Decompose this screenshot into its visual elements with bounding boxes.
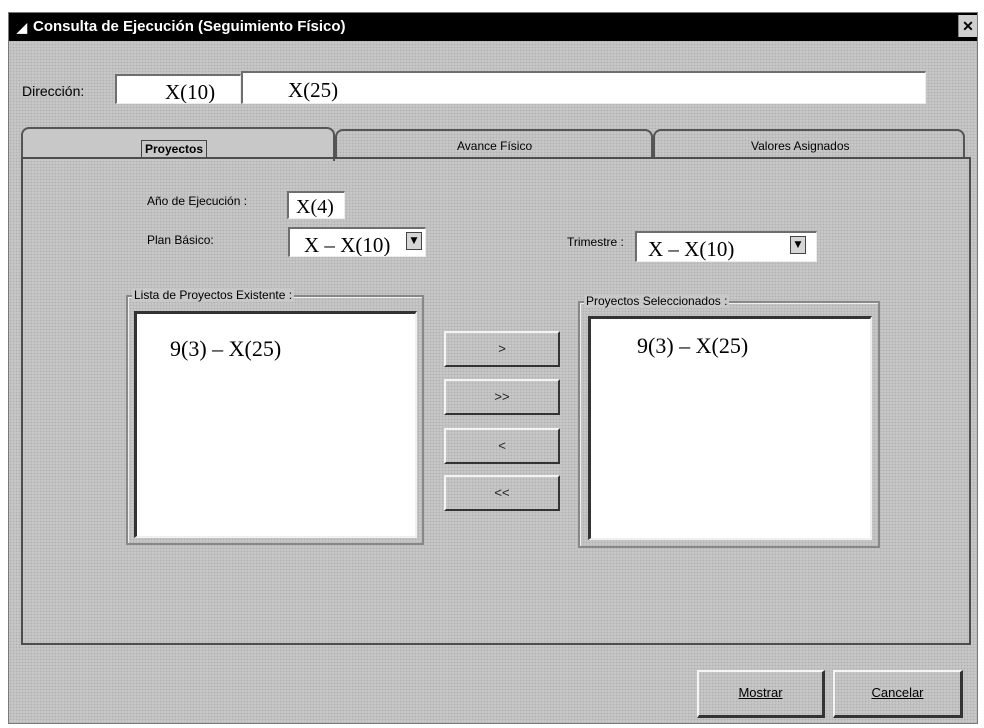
list-item[interactable]: 9(3) – X(25)	[170, 336, 281, 362]
close-icon[interactable]: ✕	[958, 15, 977, 37]
mostrar-button[interactable]: Mostrar	[697, 670, 825, 718]
direccion-label: Dirección:	[22, 83, 85, 99]
direccion-name-field[interactable]: X(25)	[241, 71, 926, 104]
list-item[interactable]: 9(3) – X(25)	[637, 333, 748, 359]
consulta-ejecucion-window: ◢ Consulta de Ejecución (Seguimiento Fís…	[8, 12, 978, 724]
remove-all-button[interactable]: <<	[444, 475, 560, 511]
tab-valores-asignados-label: Valores Asignados	[751, 139, 850, 153]
tab-valores-asignados[interactable]: Valores Asignados	[653, 129, 965, 159]
remove-selected-button[interactable]: <	[444, 428, 560, 464]
anio-ejecucion-label: Año de Ejecución :	[147, 194, 248, 208]
trimestre-label: Trimestre :	[567, 235, 624, 249]
add-all-button[interactable]: >>	[444, 379, 560, 415]
tab-proyectos-label: Proyectos	[141, 140, 208, 158]
tab-proyectos[interactable]: Proyectos	[21, 127, 335, 161]
chevron-down-icon[interactable]: ▼	[406, 232, 422, 250]
proyectos-existentes-list[interactable]: 9(3) – X(25)	[134, 311, 417, 538]
anio-ejecucion-field[interactable]: X(4)	[287, 191, 345, 219]
cancelar-button[interactable]: Cancelar	[833, 670, 963, 718]
plan-basico-select[interactable]: X – X(10) ▼	[288, 227, 426, 257]
window-app-icon: ◢	[17, 20, 27, 35]
title-bar[interactable]: ◢ Consulta de Ejecución (Seguimiento Fís…	[9, 13, 977, 41]
trimestre-select[interactable]: X – X(10) ▼	[635, 231, 817, 262]
chevron-down-icon[interactable]: ▼	[790, 236, 806, 254]
tab-avance-fisico[interactable]: Avance Físico	[335, 129, 653, 159]
window-title: Consulta de Ejecución (Seguimiento Físic…	[33, 18, 346, 35]
plan-basico-label: Plan Básico:	[147, 233, 214, 247]
tab-avance-fisico-label: Avance Físico	[457, 139, 533, 153]
proyectos-seleccionados-list[interactable]: 9(3) – X(25)	[588, 316, 872, 540]
proyectos-seleccionados-title: Proyectos Seleccionados :	[584, 294, 730, 308]
direccion-code-field[interactable]: X(10)	[115, 74, 241, 104]
proyectos-existentes-title: Lista de Proyectos Existente :	[132, 288, 295, 302]
add-selected-button[interactable]: >	[444, 331, 560, 367]
